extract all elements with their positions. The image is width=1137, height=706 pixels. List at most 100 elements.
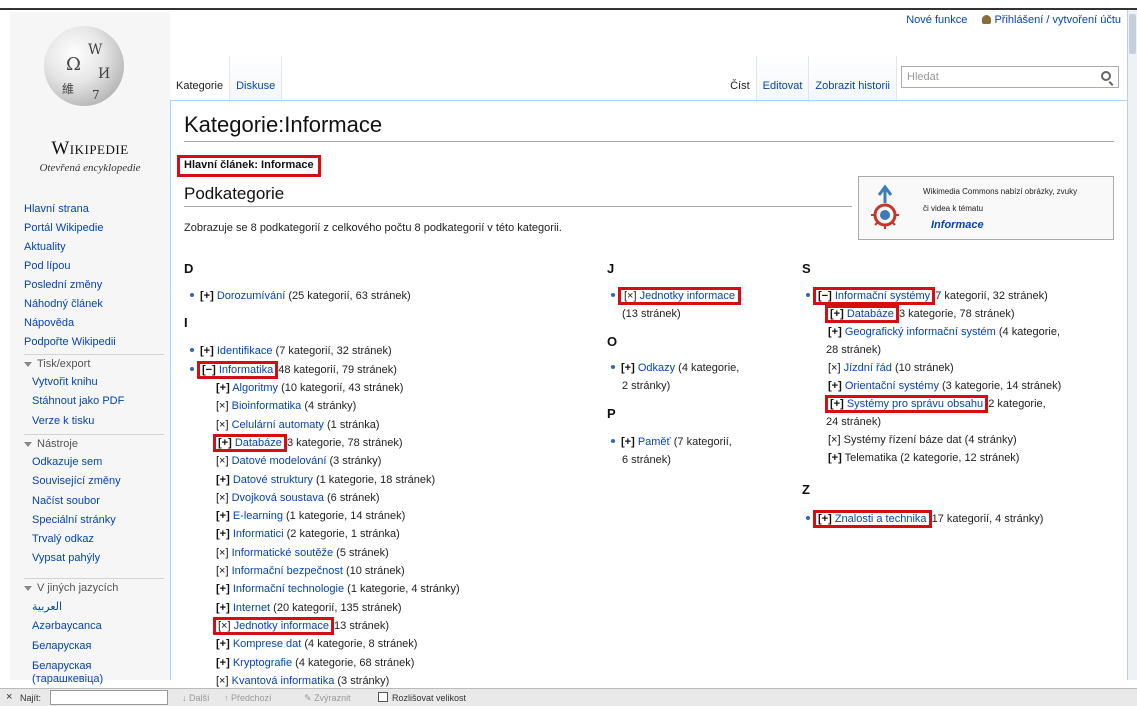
nav-portal[interactable]: Portál Wikipedie <box>24 222 103 234</box>
nav-hlavni-strana[interactable]: Hlavní strana <box>24 203 89 215</box>
expand-toggle[interactable]: [+] <box>218 437 232 449</box>
category-link[interactable]: Informatické soutěže <box>232 547 334 559</box>
match-case-checkbox[interactable] <box>378 692 388 702</box>
login-link[interactable]: Přihlášení / vytvoření účtu <box>994 14 1121 26</box>
category-link[interactable]: Znalosti a technika <box>835 513 927 525</box>
languages-toggle[interactable]: V jiných jazycích <box>24 579 118 597</box>
find-next-button[interactable]: ↓ Další <box>182 693 210 703</box>
lang-belarusian[interactable]: Беларуская <box>32 640 92 652</box>
collapse-toggle[interactable]: [−] <box>818 290 832 302</box>
category-link[interactable]: Celulární automaty <box>232 419 324 431</box>
nav-aktuality[interactable]: Aktuality <box>24 241 66 253</box>
expand-toggle[interactable]: [+] <box>216 474 230 486</box>
tab-cist[interactable]: Číst <box>724 56 757 102</box>
subcategory-item: [×] Jednotky informace 13 stránek) <box>213 616 390 635</box>
nav-souvisejici-zmeny[interactable]: Související změny <box>32 475 121 487</box>
category-link[interactable]: Informační bezpečnost <box>232 565 343 577</box>
lang-arabic[interactable]: العربية <box>32 601 62 613</box>
search-box <box>901 66 1119 88</box>
category-link[interactable]: Algoritmy <box>232 382 278 394</box>
nav-nahodny-clanek[interactable]: Náhodný článek <box>24 298 103 310</box>
letter-heading: O <box>607 334 618 349</box>
category-link[interactable]: Informatici <box>233 528 284 540</box>
category-link[interactable]: Dorozumívání <box>217 290 285 302</box>
nav-nacist-soubor[interactable]: Načíst soubor <box>32 495 100 507</box>
category-link[interactable]: Bioinformatika <box>232 400 302 412</box>
expand-toggle[interactable]: [+] <box>830 308 844 320</box>
expand-toggle[interactable]: [+] <box>828 452 842 464</box>
expand-toggle[interactable]: [+] <box>621 362 635 374</box>
expand-toggle[interactable]: [+] <box>216 638 230 650</box>
expand-toggle[interactable]: [+] <box>200 345 214 357</box>
category-link[interactable]: Komprese dat <box>233 638 301 650</box>
nav-pod-lipou[interactable]: Pod lípou <box>24 260 70 272</box>
expand-toggle[interactable]: [+] <box>216 528 230 540</box>
nav-stahnout-pdf[interactable]: Stáhnout jako PDF <box>32 395 124 407</box>
nav-odkazuje-sem[interactable]: Odkazuje sem <box>32 456 102 468</box>
category-link[interactable]: Datové modelování <box>232 455 327 467</box>
category-link[interactable]: Databáze <box>235 437 282 449</box>
expand-toggle[interactable]: [+] <box>828 380 842 392</box>
lang-azerbaijani[interactable]: Azərbaycanca <box>32 620 102 632</box>
expand-toggle[interactable]: [+] <box>216 657 230 669</box>
nav-verze-k-tisku[interactable]: Verze k tisku <box>32 415 94 427</box>
expand-toggle[interactable]: [+] <box>830 398 844 410</box>
category-link[interactable]: Internet <box>233 602 270 614</box>
category-link[interactable]: Informatika <box>219 364 273 376</box>
category-link[interactable]: Geografický informační systém <box>845 326 996 338</box>
expand-toggle[interactable]: [+] <box>216 583 230 595</box>
tab-historie[interactable]: Zobrazit historii <box>809 56 897 102</box>
expand-toggle[interactable]: [+] <box>216 382 230 394</box>
expand-toggle[interactable]: [+] <box>828 326 842 338</box>
commons-link[interactable]: Informace <box>931 219 984 231</box>
expand-toggle[interactable]: [+] <box>621 436 635 448</box>
category-link[interactable]: Orientační systémy <box>845 380 939 392</box>
category-link[interactable]: Jednotky informace <box>234 620 329 632</box>
category-link[interactable]: E-learning <box>233 510 283 522</box>
category-link[interactable]: Kryptografie <box>233 657 292 669</box>
scrollbar-thumb[interactable] <box>1129 14 1136 54</box>
nav-posledni-zmeny[interactable]: Poslední změny <box>24 279 102 291</box>
category-link[interactable]: Databáze <box>847 308 894 320</box>
category-link[interactable]: Informační systémy <box>835 290 930 302</box>
find-input[interactable] <box>50 690 168 705</box>
search-icon[interactable] <box>1101 71 1111 81</box>
wikipedia-logo[interactable]: Ω W И 維 7 <box>26 24 142 124</box>
category-link[interactable]: Paměť <box>638 436 671 448</box>
new-features-link[interactable]: Nové funkce <box>906 14 967 26</box>
nav-trvaly-odkaz[interactable]: Trvalý odkaz <box>32 533 94 545</box>
category-link[interactable]: Kvantová informatika <box>232 675 335 687</box>
expand-toggle[interactable]: [+] <box>200 290 214 302</box>
print-export-toggle[interactable]: Tisk/export <box>24 355 90 373</box>
tab-editovat[interactable]: Editovat <box>756 56 810 102</box>
expand-toggle[interactable]: [+] <box>216 510 230 522</box>
category-link[interactable]: Jízdní řád <box>844 362 892 374</box>
lang-belarusian-tarask-2[interactable]: (тарашкевіца) <box>32 673 103 685</box>
vertical-scrollbar[interactable] <box>1127 10 1137 680</box>
subcategory-item: [+] Informační technologie (1 kategorie,… <box>216 583 460 596</box>
category-link[interactable]: Informační technologie <box>233 583 344 595</box>
letter-heading: P <box>607 406 616 421</box>
collapse-toggle[interactable]: [−] <box>202 364 216 376</box>
category-link[interactable]: Jednotky informace <box>640 290 735 302</box>
nav-podporte[interactable]: Podpořte Wikipedii <box>24 336 116 348</box>
highlight-button[interactable]: ✎ Zvýraznit <box>304 693 351 704</box>
category-link[interactable]: Identifikace <box>217 345 273 357</box>
nav-vytvorit-knihu[interactable]: Vytvořit knihu <box>32 376 98 388</box>
nav-napoveda[interactable]: Nápověda <box>24 317 74 329</box>
nav-vypsat-pahyly[interactable]: Vypsat pahýly <box>32 552 100 564</box>
search-input[interactable] <box>902 67 1082 87</box>
category-link[interactable]: Systémy pro správu obsahu <box>847 398 983 410</box>
lang-belarusian-tarask[interactable]: Беларуская <box>32 660 92 672</box>
tab-kategorie[interactable]: Kategorie <box>170 56 231 102</box>
tab-diskuse[interactable]: Diskuse <box>230 56 283 102</box>
main-article-link[interactable]: Informace <box>261 159 314 171</box>
category-link[interactable]: Datové struktury <box>233 474 313 486</box>
find-prev-button[interactable]: ↑ Předchozí <box>224 693 272 703</box>
expand-toggle[interactable]: [+] <box>216 602 230 614</box>
expand-toggle[interactable]: [+] <box>818 513 832 525</box>
category-link[interactable]: Odkazy <box>638 362 675 374</box>
category-link[interactable]: Dvojková soustava <box>232 492 324 504</box>
close-icon[interactable]: × <box>6 691 12 703</box>
nav-specialni-stranky[interactable]: Speciální stránky <box>32 514 116 526</box>
